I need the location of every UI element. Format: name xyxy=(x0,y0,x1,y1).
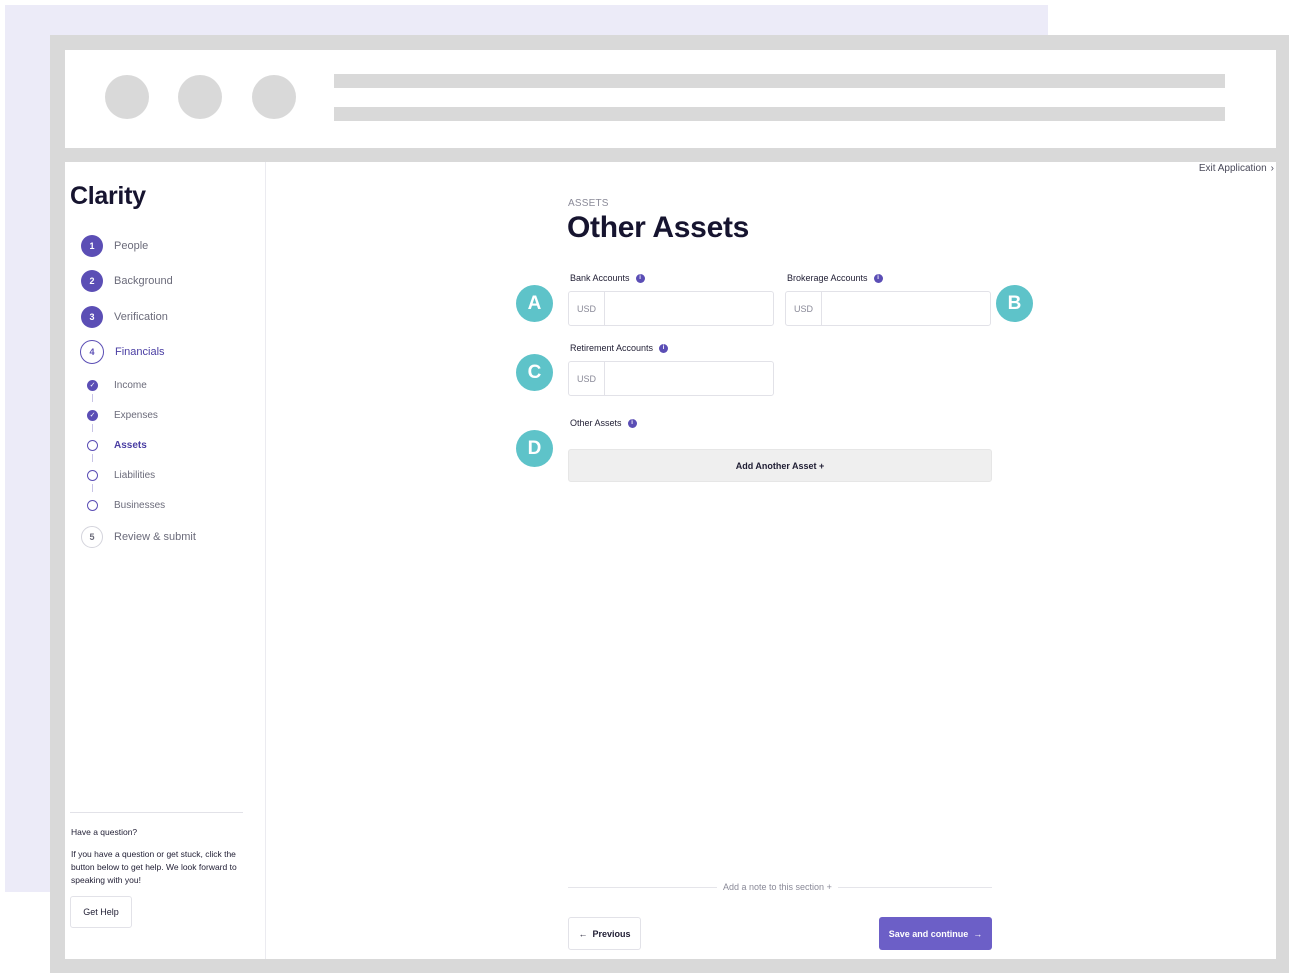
brokerage-accounts-input[interactable] xyxy=(822,292,990,325)
retirement-accounts-label: Retirement Accounts i xyxy=(570,343,669,353)
currency-prefix: USD xyxy=(569,292,605,325)
annotation-badge-c: C xyxy=(516,354,553,391)
substep-assets[interactable]: Assets xyxy=(87,438,147,452)
step-number: 2 xyxy=(81,270,103,292)
check-icon: ✓ xyxy=(87,409,98,421)
help-title: Have a question? xyxy=(71,827,138,837)
help-text: If you have a question or get stuck, cli… xyxy=(71,849,237,885)
check-icon: ✓ xyxy=(87,379,98,391)
substep-label: Businesses xyxy=(114,499,166,511)
section-eyebrow: ASSETS xyxy=(568,198,609,209)
field-label-text: Retirement Accounts xyxy=(570,343,654,353)
step-number: 1 xyxy=(81,235,103,257)
application-window: Clarity 1 People 2 Background 3 Verifica… xyxy=(65,162,1276,959)
info-icon[interactable]: i xyxy=(635,273,645,283)
window-dot xyxy=(252,75,296,119)
bank-accounts-input[interactable] xyxy=(605,292,773,325)
substep-expenses[interactable]: ✓ Expenses xyxy=(87,408,158,422)
save-and-continue-button[interactable]: Save and continue → xyxy=(879,917,992,950)
arrow-right-icon: → xyxy=(973,928,983,939)
save-label: Save and continue xyxy=(888,928,969,939)
chevron-right-icon: › xyxy=(1270,163,1274,174)
annotation-badge-b: B xyxy=(996,285,1033,322)
retirement-accounts-input[interactable] xyxy=(605,362,773,395)
substep-liabilities[interactable]: Liabilities xyxy=(87,468,155,482)
annotation-badge-a: A xyxy=(516,285,553,322)
step-number: 4 xyxy=(80,340,104,364)
circle-icon xyxy=(87,469,98,481)
substep-connector xyxy=(92,454,93,462)
annotation-badge-d: D xyxy=(516,430,553,467)
step-label: Financials xyxy=(115,346,165,358)
step-label: Review & submit xyxy=(114,531,196,543)
field-label-text: Bank Accounts xyxy=(570,273,630,283)
step-label: Verification xyxy=(114,311,168,323)
step-financials[interactable]: 4 Financials xyxy=(80,340,165,364)
add-another-asset-button[interactable]: Add Another Asset + xyxy=(568,449,992,482)
previous-button[interactable]: ← Previous xyxy=(568,917,641,950)
field-label-text: Other Assets xyxy=(570,418,622,428)
window-dot xyxy=(178,75,222,119)
info-icon[interactable]: i xyxy=(659,343,669,353)
arrow-left-icon: ← xyxy=(578,928,588,939)
other-assets-label: Other Assets i xyxy=(570,418,637,428)
address-bar-placeholder xyxy=(334,74,1225,88)
logo: Clarity xyxy=(70,182,146,210)
sidebar: Clarity 1 People 2 Background 3 Verifica… xyxy=(65,162,266,959)
substep-connector xyxy=(92,394,93,402)
currency-prefix: USD xyxy=(786,292,822,325)
divider xyxy=(70,812,243,813)
circle-icon xyxy=(87,439,98,451)
substep-label: Expenses xyxy=(114,409,158,421)
currency-prefix: USD xyxy=(569,362,605,395)
substep-income[interactable]: ✓ Income xyxy=(87,378,147,392)
bank-accounts-field[interactable]: USD xyxy=(568,291,774,326)
bank-accounts-label: Bank Accounts i xyxy=(570,273,645,283)
retirement-accounts-field[interactable]: USD xyxy=(568,361,774,396)
window-dot xyxy=(105,75,149,119)
field-label-text: Brokerage Accounts xyxy=(787,273,868,283)
step-review-submit[interactable]: 5 Review & submit xyxy=(81,526,196,548)
previous-label: Previous xyxy=(592,928,631,939)
step-number: 5 xyxy=(81,526,103,548)
substep-label: Income xyxy=(114,379,147,391)
toolbar-placeholder xyxy=(334,107,1225,121)
step-label: People xyxy=(114,240,149,252)
get-help-button[interactable]: Get Help xyxy=(70,896,132,928)
step-number: 3 xyxy=(81,306,103,328)
step-label: Background xyxy=(114,275,173,287)
step-verification[interactable]: 3 Verification xyxy=(81,306,168,328)
step-background[interactable]: 2 Background xyxy=(81,270,173,292)
exit-application-link[interactable]: Exit Application › xyxy=(1199,163,1274,174)
info-icon[interactable]: i xyxy=(873,273,883,283)
step-people[interactable]: 1 People xyxy=(81,235,148,257)
substep-connector xyxy=(92,424,93,432)
browser-toolbar xyxy=(65,50,1276,148)
substep-connector xyxy=(92,484,93,492)
exit-label: Exit Application xyxy=(1198,163,1267,174)
brokerage-accounts-label: Brokerage Accounts i xyxy=(787,273,883,283)
substep-label: Liabilities xyxy=(114,469,156,481)
circle-icon xyxy=(87,499,98,511)
substep-label: Assets xyxy=(114,439,147,451)
substep-businesses[interactable]: Businesses xyxy=(87,498,165,512)
page-title: Other Assets xyxy=(567,211,750,244)
info-icon[interactable]: i xyxy=(627,418,637,428)
brokerage-accounts-field[interactable]: USD xyxy=(785,291,991,326)
add-note-link[interactable]: Add a note to this section + xyxy=(717,882,838,892)
